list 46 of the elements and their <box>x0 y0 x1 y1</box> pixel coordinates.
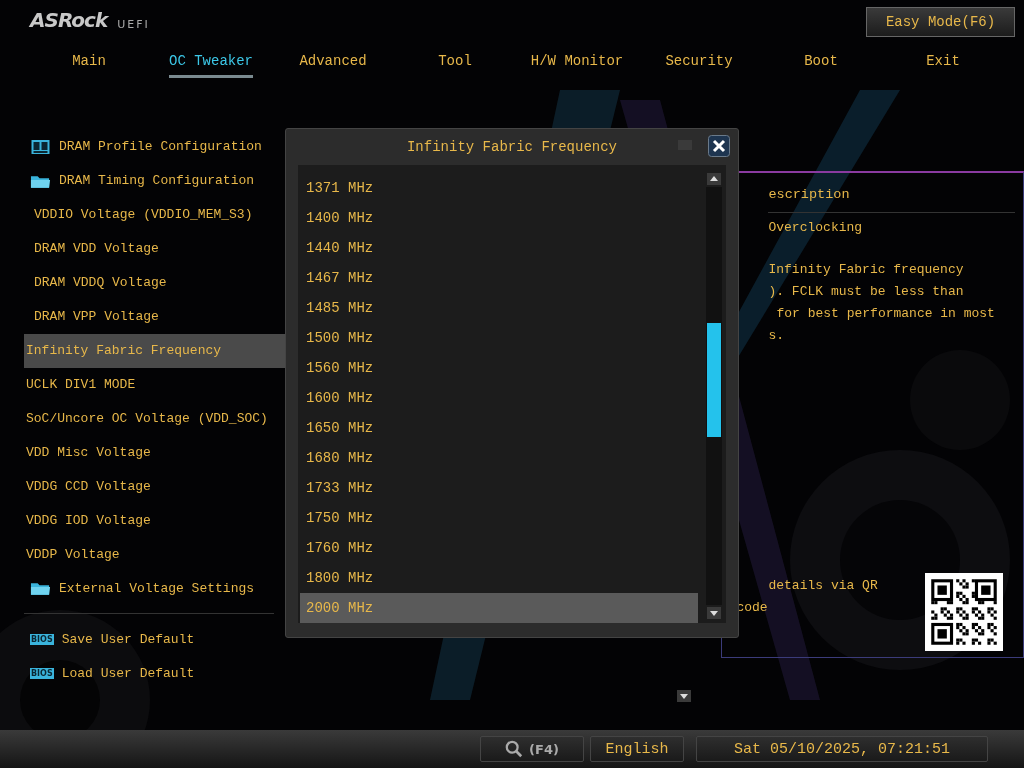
option-item[interactable]: 2000 MHz <box>300 593 698 623</box>
menu-tab[interactable]: Boot <box>804 44 838 78</box>
description-text: details via QR <box>768 577 878 595</box>
option-item[interactable]: 1680 MHz <box>300 443 698 473</box>
description-text: Overclocking <box>768 219 864 237</box>
option-item[interactable]: 1650 MHz <box>300 413 698 443</box>
menu-tab[interactable]: H/W Monitor <box>530 44 624 78</box>
menu-tab[interactable]: Security <box>665 44 733 78</box>
easy-mode-button[interactable]: Easy Mode(F6) <box>866 7 1015 37</box>
description-text: Infinity Fabric frequency <box>768 261 965 279</box>
description-text: s. <box>768 327 786 345</box>
logo: ASRock <box>30 8 108 32</box>
language-button[interactable]: English <box>590 736 684 762</box>
logo-suffix: UEFI <box>117 18 150 31</box>
close-icon[interactable] <box>708 135 730 157</box>
option-item[interactable]: 1440 MHz <box>300 233 698 263</box>
scroll-up-icon[interactable] <box>707 173 721 185</box>
menu-tab[interactable]: Advanced <box>299 44 367 78</box>
bios-icon: BIOS <box>30 633 54 645</box>
scroll-down-icon[interactable] <box>677 690 691 702</box>
menu-tab[interactable]: Main <box>72 44 106 78</box>
option-item[interactable]: 1750 MHz <box>300 503 698 533</box>
menu-tab[interactable]: Tool <box>438 44 472 78</box>
date-time: Sat 05/10/2025, 07:21:51 <box>696 736 988 762</box>
description-text: for best performance in most <box>775 305 996 323</box>
scroll-thumb[interactable] <box>707 323 721 437</box>
option-item[interactable]: 1760 MHz <box>300 533 698 563</box>
option-item[interactable]: 1400 MHz <box>300 203 698 233</box>
option-item[interactable]: 1371 MHz <box>300 173 698 203</box>
option-item[interactable]: 1600 MHz <box>300 383 698 413</box>
description-text: ). FCLK must be less than <box>768 283 965 301</box>
menu-item[interactable]: DRAM Profile Configuration <box>24 130 309 164</box>
menu-item[interactable]: BIOS Load User Default <box>24 656 309 690</box>
search-icon <box>505 740 524 758</box>
option-item[interactable]: 1800 MHz <box>300 563 698 593</box>
folder-icon <box>30 580 51 597</box>
menu-tab[interactable]: OC Tweaker <box>169 44 253 78</box>
description-title: escription <box>768 187 1015 213</box>
option-item[interactable]: 1467 MHz <box>300 263 698 293</box>
scroll-down-icon[interactable] <box>707 607 721 619</box>
menu-tab[interactable]: Exit <box>926 44 960 78</box>
option-item[interactable]: 1733 MHz <box>300 473 698 503</box>
option-item[interactable]: 1485 MHz <box>300 293 698 323</box>
bios-icon: BIOS <box>30 667 54 679</box>
search-button[interactable]: (F4) <box>480 736 584 762</box>
dialog-title: Infinity Fabric Frequency <box>406 139 617 155</box>
